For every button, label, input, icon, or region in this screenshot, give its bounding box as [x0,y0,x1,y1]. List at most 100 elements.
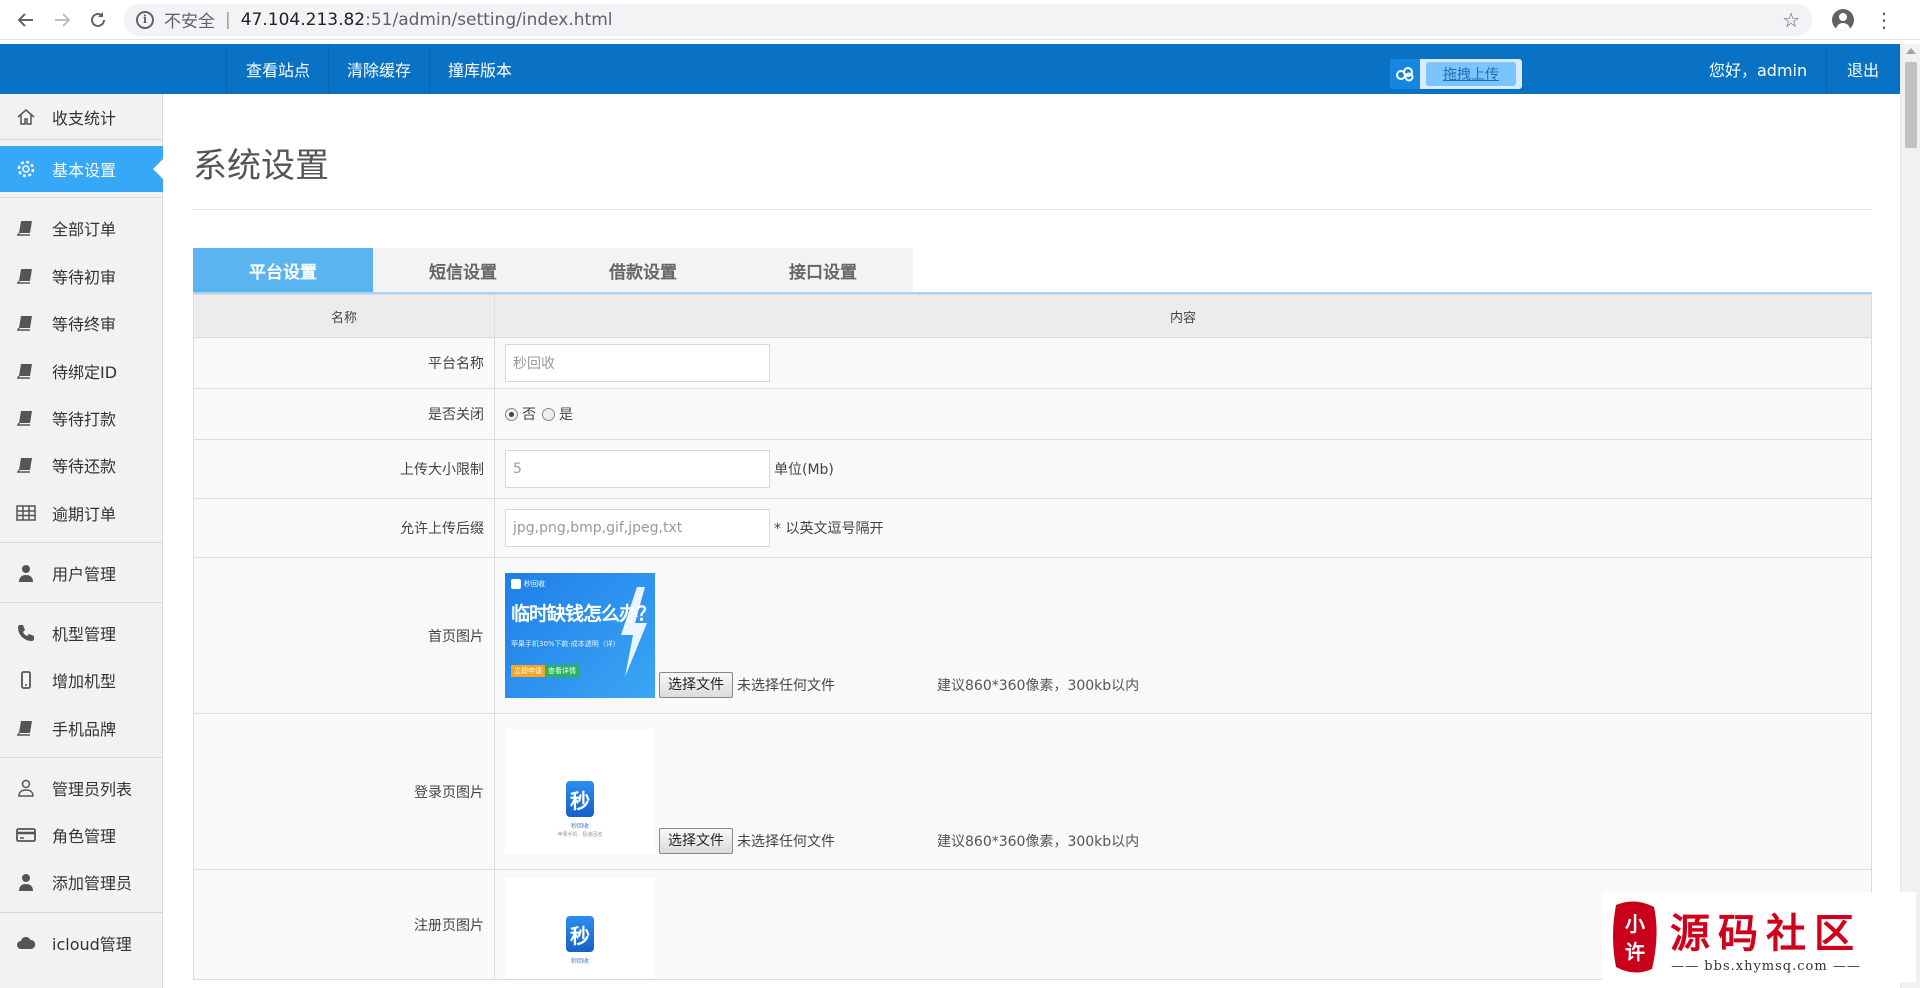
reload-button[interactable] [80,0,116,40]
sidebar-item-all-orders[interactable]: 全部订单 [0,205,163,251]
user-outline-icon [16,778,36,798]
clear-cache-link[interactable]: 清除缓存 [328,44,429,94]
bookmark-star-icon[interactable]: ☆ [1782,8,1800,32]
watermark-site: —— bbs.xhymsq.com —— [1671,958,1861,974]
sidebar-item-pending-repayment[interactable]: 等待还款 [0,442,163,488]
sidebar-item-basic-settings[interactable]: 基本设置 [0,146,163,192]
sidebar-item-user-management[interactable]: 用户管理 [0,550,163,596]
allowed-ext-cell: jpg,png,bmp,gif,jpeg,txt * 以英文逗号隔开 [494,498,1872,558]
scroll-up-icon[interactable] [1906,48,1916,54]
tab-loan-settings[interactable]: 借款设置 [553,248,733,292]
sidebar-item-label: 收支统计 [52,109,117,128]
sidebar-item-label: 等待还款 [52,457,117,476]
upload-limit-input[interactable]: 5 [505,450,770,488]
arrow-right-icon [55,12,71,27]
sidebar-item-label: 机型管理 [52,625,117,644]
sidebar-item-pending-bind-id[interactable]: 待绑定ID [0,348,163,394]
allowed-ext-input[interactable]: jpg,png,bmp,gif,jpeg,txt [505,509,770,547]
tab-api-settings[interactable]: 接口设置 [733,248,913,292]
title-divider [193,209,1872,210]
app-logo-icon: 秒 [566,781,594,817]
app-logo-caption: 秒回收 [570,823,589,830]
address-bar[interactable]: i 不安全 | 47.104.213.82:51/admin/setting/i… [124,3,1812,36]
platform-name-input[interactable]: 秒回收 [505,344,770,382]
card-icon [16,825,36,845]
sidebar-item-overdue-orders[interactable]: 逾期订单 [0,490,163,536]
closed-yes-label: 是 [559,407,573,423]
allowed-ext-note: * 以英文逗号隔开 [774,521,884,537]
browser-menu-icon[interactable]: ⋮ [1874,10,1894,30]
home-image-cell: 秒回收 临时缺钱怎么办？ 苹果手机30%下款·成本透明（详） 立即申请 查看详情… [494,557,1872,714]
sidebar-item-add-model[interactable]: 增加机型 [0,657,163,703]
account-icon[interactable] [1832,8,1854,31]
home-icon [16,107,36,127]
home-image-preview: 秒回收 临时缺钱怎么办？ 苹果手机30%下款·成本透明（详） 立即申请 查看详情 [505,573,655,698]
sidebar-item-finance-stats[interactable]: 收支统计 [0,94,163,140]
column-header-content: 内容 [494,294,1872,338]
login-image-file-status: 未选择任何文件 [737,834,835,850]
platform-name-label: 平台名称 [193,337,495,389]
upload-limit-label: 上传大小限制 [193,439,495,499]
back-button[interactable] [8,0,44,40]
login-image-choose-file-button[interactable]: 选择文件 [659,828,733,854]
sidebar-item-pending-final-review[interactable]: 等待终审 [0,300,163,346]
book-icon [16,718,36,738]
crash-version-link[interactable]: 撞库版本 [429,44,530,94]
closed-yes-radio[interactable] [542,407,555,421]
user-icon [16,563,36,583]
upload-limit-unit: 单位(Mb) [774,462,834,478]
sidebar-item-pending-payout[interactable]: 等待打款 [0,395,163,441]
sidebar-item-model-management[interactable]: 机型管理 [0,610,163,656]
svg-text:许: 许 [1625,940,1645,964]
sidebar-item-add-admin[interactable]: 添加管理员 [0,859,163,905]
mobile-icon [16,670,36,690]
home-image-label: 首页图片 [193,557,495,714]
tab-sms-settings[interactable]: 短信设置 [373,248,553,292]
sidebar-item-label: 全部订单 [52,220,117,239]
logout-link[interactable]: 退出 [1826,44,1879,94]
drag-upload-button[interactable]: 拖拽上传 [1426,62,1516,86]
sidebar-item-label: 增加机型 [52,672,117,691]
closed-no-label: 否 [522,407,536,423]
table-icon [16,503,36,523]
view-site-link[interactable]: 查看站点 [226,44,328,94]
forward-button[interactable] [44,0,80,40]
closed-cell: 否是 [494,388,1872,440]
home-image-choose-file-button[interactable]: 选择文件 [659,672,733,698]
table-row: 平台名称 秒回收 [193,337,1872,389]
browser-toolbar: i 不安全 | 47.104.213.82:51/admin/setting/i… [0,0,1920,40]
page-scrollbar[interactable] [1900,44,1920,988]
settings-tabs: 平台设置 短信设置 借款设置 接口设置 [193,248,913,292]
book-icon [16,408,36,428]
sidebar-divider [0,542,163,543]
sidebar-item-icloud-management[interactable]: icloud管理 [0,920,163,966]
sidebar-item-phone-brands[interactable]: 手机品牌 [0,705,163,751]
page-title: 系统设置 [193,146,329,186]
scrollbar-thumb[interactable] [1905,62,1917,148]
sidebar-item-pending-first-review[interactable]: 等待初审 [0,253,163,299]
app-logo-caption: 秒回收 [570,958,589,965]
url-separator: | [225,9,231,30]
info-icon[interactable]: i [136,10,154,29]
watermark-title: 源码社区 [1670,909,1862,957]
closed-label: 是否关闭 [193,388,495,440]
cloud-icon [16,933,36,953]
sidebar-item-label: 管理员列表 [52,780,133,799]
app-logo-icon: 秒 [566,916,594,952]
app-logo-slogan: 苹果手机 · 极速回收 [557,832,603,838]
reload-icon [91,11,105,27]
banner-logo-icon [511,579,521,589]
login-image-cell: 秒 秒回收 苹果手机 · 极速回收 选择文件 未选择任何文件 建议860*360像… [494,713,1872,870]
closed-no-radio[interactable] [505,407,518,421]
sidebar-item-label: 等待初审 [52,268,117,287]
tab-platform-settings[interactable]: 平台设置 [193,248,373,292]
sidebar-divider [0,757,163,758]
register-image-label: 注册页图片 [193,869,495,980]
banner-detail-button: 查看详情 [545,665,579,677]
sidebar-item-label: icloud管理 [52,935,132,954]
drag-upload-widget[interactable]: 拖拽上传 [1390,59,1522,89]
sidebar-divider [0,139,163,140]
sidebar-item-role-management[interactable]: 角色管理 [0,812,163,858]
home-image-hint: 建议860*360像素，300kb以内 [937,678,1140,694]
sidebar-item-admin-list[interactable]: 管理员列表 [0,765,163,811]
